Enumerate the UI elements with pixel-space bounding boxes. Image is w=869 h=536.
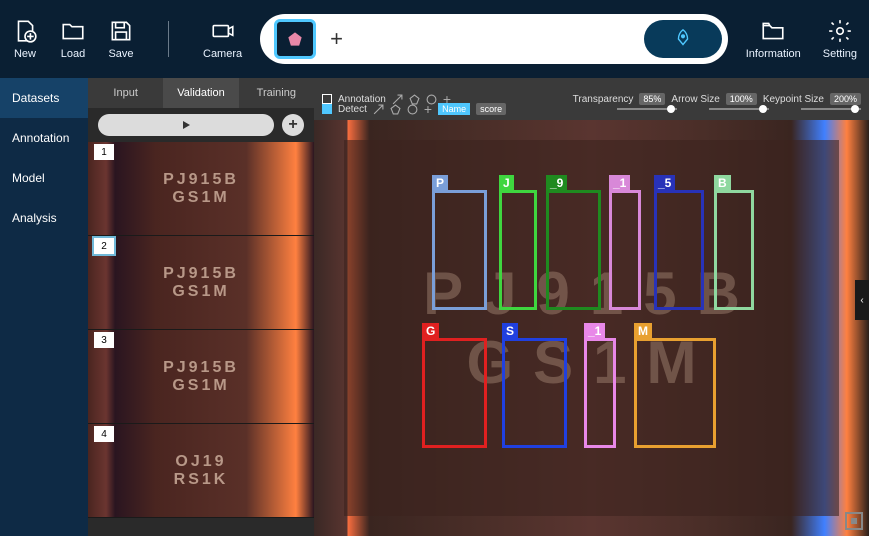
detection-box-M[interactable]: M (634, 338, 716, 448)
keypoint-slider[interactable] (801, 108, 861, 110)
detect-checkbox[interactable] (322, 104, 332, 114)
thumb-number: 4 (94, 426, 114, 442)
camera-label: Camera (203, 48, 242, 60)
detection-label: _9 (546, 175, 567, 191)
thumbnail-list[interactable]: 1PJ915BGS1M2PJ915BGS1M3PJ915BGS1M4OJ19RS… (88, 142, 314, 536)
launch-button[interactable] (644, 20, 722, 58)
arrow-slider[interactable] (709, 108, 769, 110)
thumbnail-2[interactable]: 2PJ915BGS1M (88, 236, 314, 330)
arrow-icon-2[interactable] (373, 104, 384, 115)
play-button[interactable] (98, 114, 274, 136)
thumb-number: 2 (94, 238, 114, 254)
model-slot[interactable] (274, 19, 316, 59)
save-icon (108, 18, 134, 44)
canvas-toolbar: Annotation + Transparency 85% Arrow Size… (314, 78, 869, 120)
rocket-icon (672, 28, 694, 50)
transparency-slider[interactable] (617, 108, 677, 110)
top-toolbar: New Load Save Camera + Information (0, 0, 869, 78)
load-button[interactable]: Load (60, 18, 86, 60)
detection-label: S (502, 323, 518, 339)
thumb-image: PJ915BGS1M (88, 236, 314, 329)
information-button[interactable]: Information (746, 18, 801, 60)
detection-label: J (499, 175, 514, 191)
canvas-area: Annotation + Transparency 85% Arrow Size… (314, 78, 869, 536)
play-icon (181, 120, 191, 130)
pentagon-icon (285, 29, 305, 49)
divider (168, 21, 169, 57)
folder-icon (60, 18, 86, 44)
thumbnail-1[interactable]: 1PJ915BGS1M (88, 142, 314, 236)
detection-label: _1 (609, 175, 630, 191)
model-pill: + (260, 14, 728, 64)
play-row: + (88, 108, 314, 142)
information-label: Information (746, 48, 801, 60)
tab-training[interactable]: Training (239, 78, 314, 108)
pentagon-tool-icon-2[interactable] (390, 104, 401, 115)
file-new-icon (12, 18, 38, 44)
load-label: Load (61, 48, 85, 60)
add-model-button[interactable]: + (330, 26, 343, 52)
save-label: Save (108, 48, 133, 60)
detection-box-_1[interactable]: _1 (609, 190, 641, 310)
add-image-button[interactable]: + (282, 114, 304, 136)
detection-label: _1 (584, 323, 605, 339)
nav-model[interactable]: Model (0, 158, 88, 198)
dataset-tabs: Input Validation Training (88, 78, 314, 108)
add-detect-icon[interactable]: + (424, 101, 432, 117)
detection-box-B[interactable]: B (714, 190, 754, 310)
dataset-panel: Input Validation Training + 1PJ915BGS1M2… (88, 78, 314, 536)
new-button[interactable]: New (12, 18, 38, 60)
gear-icon (827, 18, 853, 44)
detection-label: B (714, 175, 731, 191)
camera-button[interactable]: Camera (203, 18, 242, 60)
name-tag[interactable]: Name (438, 103, 470, 115)
nav-datasets[interactable]: Datasets (0, 78, 88, 118)
nav-analysis[interactable]: Analysis (0, 198, 88, 238)
detection-label: G (422, 323, 439, 339)
detection-box-G[interactable]: G (422, 338, 487, 448)
thumb-number: 1 (94, 144, 114, 160)
thumb-image: OJ19RS1K (88, 424, 314, 517)
detection-label: P (432, 175, 448, 191)
circle-tool-icon-2[interactable] (407, 104, 418, 115)
thumb-number: 3 (94, 332, 114, 348)
new-label: New (14, 48, 36, 60)
detection-label: M (634, 323, 652, 339)
detection-box-_1[interactable]: _1 (584, 338, 616, 448)
detect-label: Detect (338, 104, 367, 115)
left-nav: Datasets Annotation Model Analysis (0, 78, 88, 536)
camera-icon (210, 18, 236, 44)
detection-box-J[interactable]: J (499, 190, 537, 310)
folder-info-icon (760, 18, 786, 44)
thumbnail-3[interactable]: 3PJ915BGS1M (88, 330, 314, 424)
detection-box-S[interactable]: S (502, 338, 567, 448)
tab-validation[interactable]: Validation (163, 78, 238, 108)
save-button[interactable]: Save (108, 18, 134, 60)
detection-box-_5[interactable]: _5 (654, 190, 704, 310)
image-viewport[interactable]: PJ915B GS1M PJ_9_1_5BGS_1M (314, 120, 869, 536)
tab-input[interactable]: Input (88, 78, 163, 108)
detection-box-_9[interactable]: _9 (546, 190, 601, 310)
thumb-image: PJ915BGS1M (88, 330, 314, 423)
detection-box-P[interactable]: P (432, 190, 487, 310)
setting-button[interactable]: Setting (823, 18, 857, 60)
collapse-panel-button[interactable]: ‹ (855, 280, 869, 320)
detection-label: _5 (654, 175, 675, 191)
thumbnail-4[interactable]: 4OJ19RS1K (88, 424, 314, 518)
score-tag[interactable]: score (476, 103, 506, 115)
nav-annotation[interactable]: Annotation (0, 118, 88, 158)
fit-view-button[interactable] (845, 512, 863, 530)
setting-label: Setting (823, 48, 857, 60)
thumb-image: PJ915BGS1M (88, 142, 314, 235)
